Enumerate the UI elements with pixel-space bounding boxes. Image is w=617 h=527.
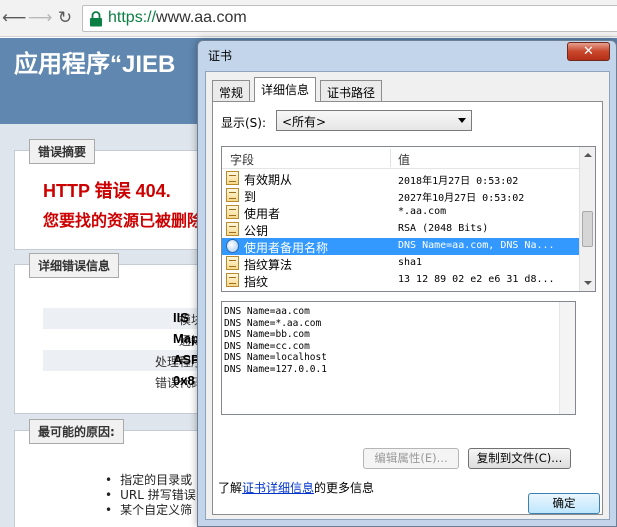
back-arrow-icon[interactable]: ⟵ [2,7,26,29]
detail-line: DNS Name=cc.com [224,340,310,352]
learn-more-text: 了解证书详细信息的更多信息 [218,481,375,495]
forward-arrow-icon[interactable]: ⟶ [28,7,52,29]
browser-toolbar: ⟵ ⟶ ↻ https://www.aa.com [0,0,617,37]
show-label: 显示(S): [221,116,267,130]
error-subtext: 您要找的资源已被删除 [43,213,204,230]
details-legend: 详细错误信息 [29,253,120,278]
detail-scrollbar[interactable] [559,302,575,414]
fields-list[interactable]: 字段 值 有效期从 2018年1月27日 0:53:02 到 2027年10月2… [221,146,596,292]
address-bar[interactable]: https://www.aa.com [82,5,617,32]
field-row[interactable]: 指纹 13 12 89 02 e2 e6 31 d8... [222,272,580,289]
column-divider[interactable] [390,149,391,167]
field-row[interactable]: 使用者 *.aa.com [222,204,580,221]
dialog-title: 证书 [208,49,233,63]
url-text: https://www.aa.com [108,9,247,26]
column-header-field[interactable]: 字段 [230,151,254,168]
field-detail-textbox[interactable]: DNS Name=aa.com DNS Name=*.aa.com DNS Na… [221,301,576,415]
extension-icon [226,239,239,253]
field-row[interactable]: 指纹算法 sha1 [222,255,580,272]
scroll-up-icon[interactable] [584,153,592,157]
reload-icon[interactable]: ↻ [53,7,77,29]
dialog-body: 常规 详细信息 证书路径 显示(S): <所有> 字段 值 有效期从 2018年… [205,71,610,520]
tab-cert-path[interactable]: 证书路径 [320,80,383,101]
detail-line: DNS Name=localhost [224,352,327,364]
cert-field-icon [226,273,239,287]
copy-to-file-button[interactable]: 复制到文件(C)... [468,448,571,469]
show-filter-value: <所有> [282,115,327,129]
field-row[interactable]: 到 2027年10月27日 0:53:02 [222,187,580,204]
ok-button[interactable]: 确定 [528,493,600,514]
field-row[interactable]: 有效期从 2018年1月27日 0:53:02 [222,170,580,187]
error-heading: HTTP 错误 404. [43,181,171,201]
list-item: 某个自定义筛 [105,501,196,517]
edit-properties-button[interactable]: 编辑属性(E)... [363,448,459,469]
cert-field-icon [226,256,239,270]
field-row-selected[interactable]: 使用者备用名称 DNS Name=aa.com, DNS Na... [222,238,580,255]
cert-details-link[interactable]: 证书详细信息 [242,481,314,495]
fields-scrollbar[interactable] [579,147,595,291]
cert-field-icon [226,222,239,236]
list-item: URL 拼写错误 [105,486,196,502]
cert-field-icon [226,171,239,185]
field-row[interactable]: 公钥 RSA (2048 Bits) [222,221,580,238]
close-button[interactable]: ✕ [567,42,610,61]
detail-line: DNS Name=127.0.0.1 [224,363,327,375]
show-filter-dropdown[interactable]: <所有> [276,110,472,131]
column-header-value[interactable]: 值 [398,151,410,168]
detail-line: DNS Name=bb.com [224,329,310,341]
fields-header: 字段 值 [222,147,580,169]
list-item: 指定的目录或 [105,471,196,487]
lock-icon[interactable] [89,11,103,27]
tab-details[interactable]: 详细信息 [254,77,317,102]
detail-line: DNS Name=*.aa.com [224,317,322,329]
tab-general[interactable]: 常规 [212,80,251,101]
details-tab-panel: 显示(S): <所有> 字段 值 有效期从 2018年1月27日 0:53:02 [212,101,603,515]
cert-field-icon [226,205,239,219]
detail-line: DNS Name=aa.com [224,306,310,317]
scroll-down-icon[interactable] [584,281,592,285]
causes-list: 指定的目录或 URL 拼写错误 某个自定义筛 [105,471,196,517]
chevron-down-icon [458,118,466,123]
page-title: 应用程序“JIEB [14,51,176,78]
certificate-dialog: 证书 ✕ 常规 详细信息 证书路径 显示(S): <所有> 字段 值 有效期从 … [197,40,617,527]
error-summary-legend: 错误摘要 [29,139,96,164]
cert-field-icon [226,188,239,202]
causes-legend: 最可能的原因: [29,419,124,444]
scroll-thumb[interactable] [582,211,593,247]
